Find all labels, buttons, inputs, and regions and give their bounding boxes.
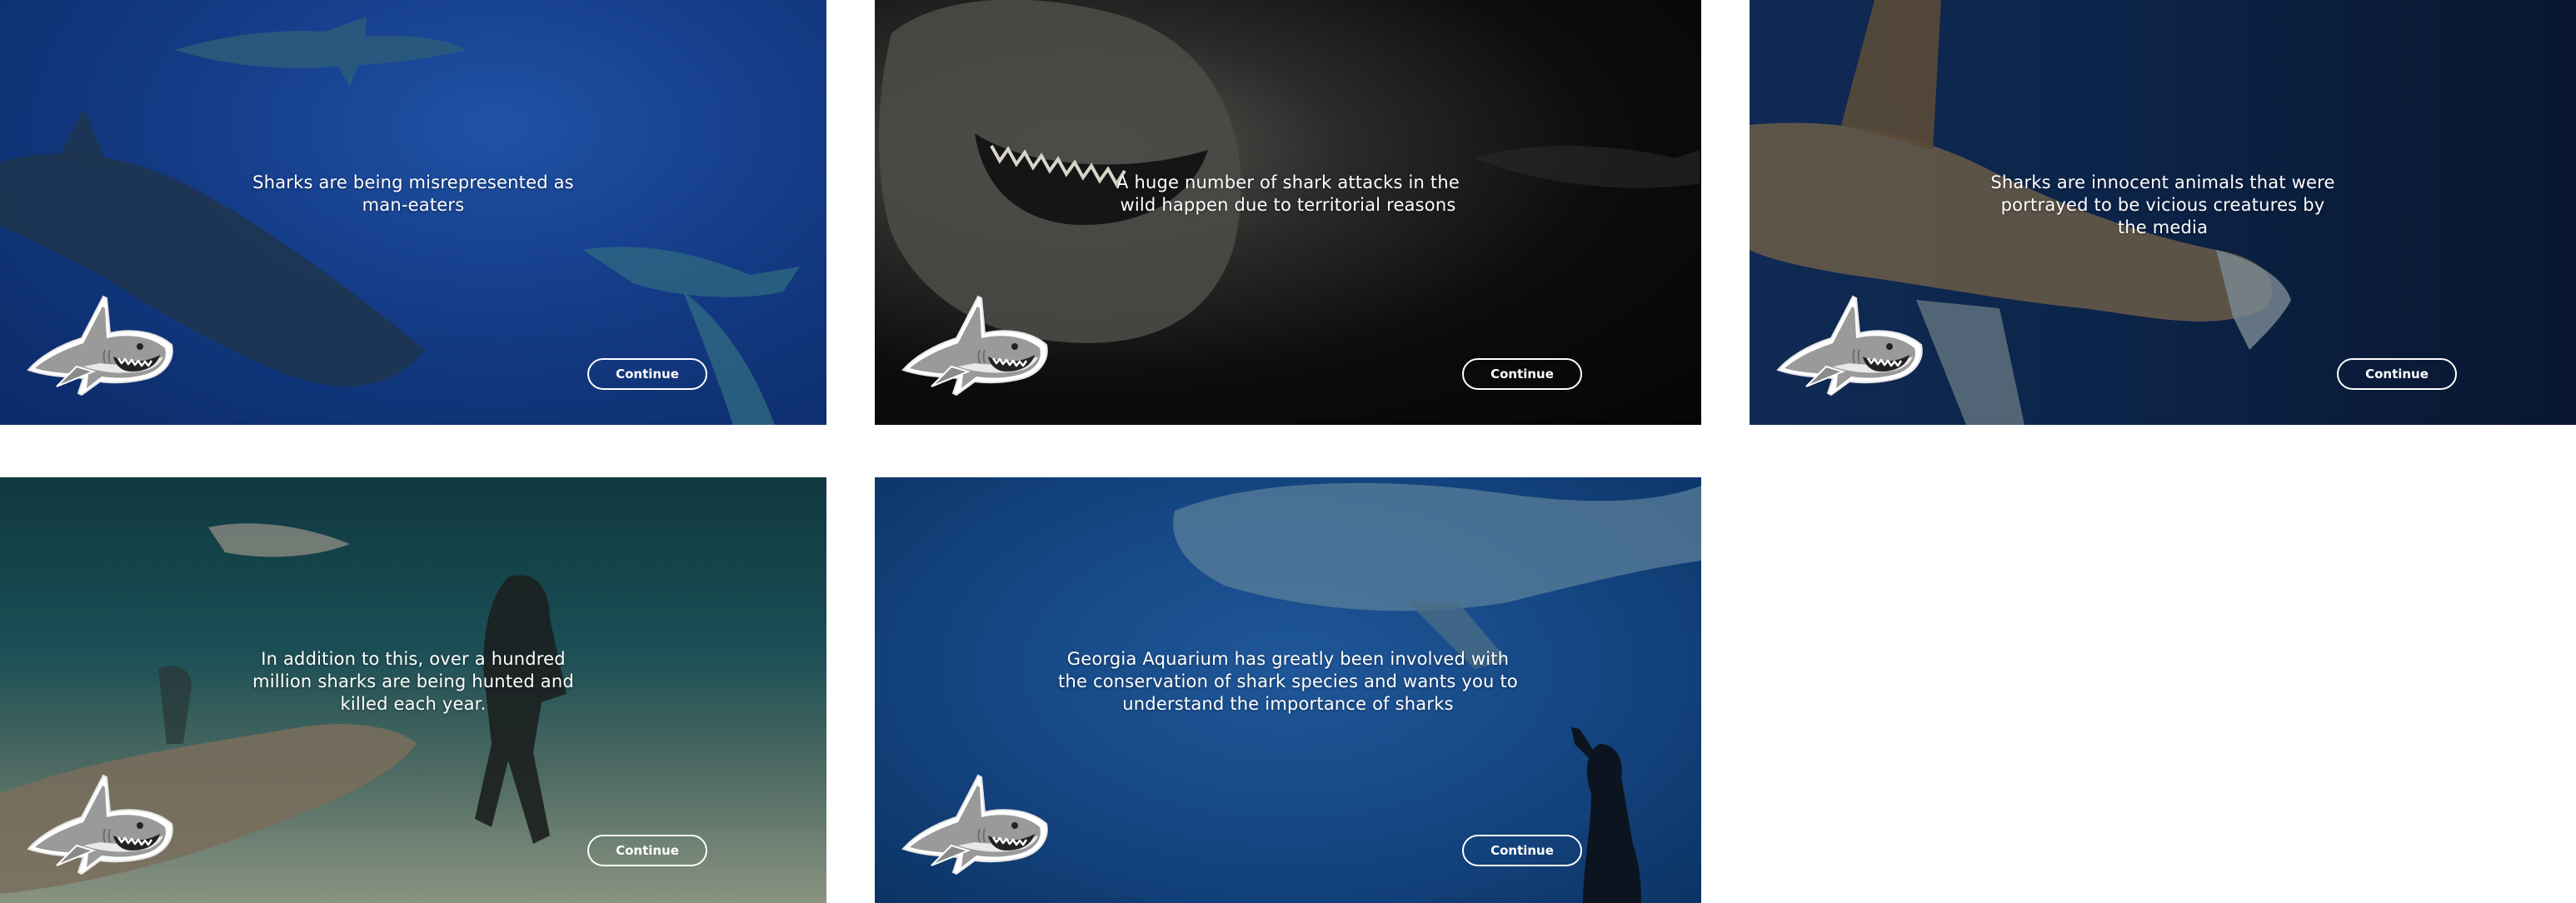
continue-button[interactable]: Continue bbox=[2337, 358, 2457, 390]
shark-mascot-icon bbox=[1773, 280, 1925, 397]
slide-2: A huge number of shark attacks in the wi… bbox=[875, 0, 1701, 425]
continue-button[interactable]: Continue bbox=[587, 358, 707, 390]
continue-button[interactable]: Continue bbox=[1462, 835, 1582, 866]
continue-button[interactable]: Continue bbox=[1462, 358, 1582, 390]
slide-1: Sharks are being misrepresented as man-e… bbox=[0, 0, 826, 425]
shark-mascot-icon bbox=[23, 759, 175, 876]
continue-button[interactable]: Continue bbox=[587, 835, 707, 866]
slide-caption: In addition to this, over a hundred mill… bbox=[252, 649, 574, 714]
slide-caption: Sharks are being misrepresented as man-e… bbox=[252, 172, 574, 215]
slide-5: Georgia Aquarium has greatly been involv… bbox=[875, 477, 1701, 903]
slide-3: Sharks are innocent animals that were po… bbox=[1750, 0, 2576, 425]
shark-mascot-icon bbox=[898, 280, 1050, 397]
slide-4: In addition to this, over a hundred mill… bbox=[0, 477, 826, 903]
slide-caption: Georgia Aquarium has greatly been involv… bbox=[1058, 649, 1518, 714]
slide-caption: A huge number of shark attacks in the wi… bbox=[1116, 172, 1460, 215]
slide-caption: Sharks are innocent animals that were po… bbox=[1990, 172, 2335, 237]
shark-mascot-icon bbox=[898, 759, 1050, 876]
shark-mascot-icon bbox=[23, 280, 175, 397]
